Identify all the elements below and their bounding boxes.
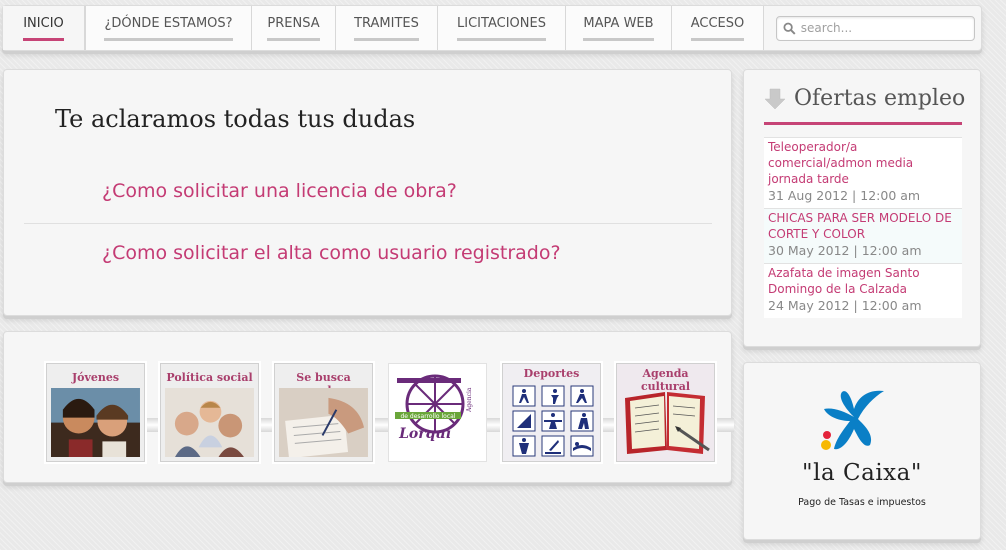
job-date: 24 May 2012 | 12:00 am xyxy=(768,298,922,313)
nav-item-donde-estamos[interactable]: ¿DÓNDE ESTAMOS? xyxy=(86,6,252,50)
job-title-link[interactable]: CHICAS PARA SER MODELO DE CORTE Y COLOR xyxy=(768,210,958,242)
nav-label: ACCESO xyxy=(690,16,745,41)
job-date: 31 Aug 2012 | 12:00 am xyxy=(768,188,921,203)
youth-photo-icon xyxy=(51,388,140,458)
nav-item-acceso[interactable]: ACCESO xyxy=(672,6,764,50)
ofertas-header: Ofertas empleo xyxy=(764,86,965,111)
banner-label: Política social xyxy=(166,371,253,384)
la-caixa-name: "la Caixa" xyxy=(802,460,922,486)
job-item: Teleoperador/a comercial/admon media jor… xyxy=(764,137,962,208)
agenda-book-icon xyxy=(625,392,710,454)
banner-label: Deportes xyxy=(523,367,580,380)
nav-item-tramites[interactable]: TRAMITES xyxy=(336,6,438,50)
svg-text:Agencia: Agencia xyxy=(466,387,473,413)
sports-icons-grid xyxy=(512,385,594,457)
job-item: CHICAS PARA SER MODELO DE CORTE Y COLOR … xyxy=(764,208,962,263)
banner-jovenes[interactable]: Jóvenes xyxy=(46,363,145,462)
banner-agenda-cultural[interactable]: Agenda cultural xyxy=(616,363,715,462)
la-caixa-banner[interactable]: "la Caixa" Pago de Tasas e impuestos xyxy=(743,362,981,540)
job-title-link[interactable]: Teleoperador/a comercial/admon media jor… xyxy=(768,139,958,187)
svg-text:Lorquí: Lorquí xyxy=(398,426,453,442)
svg-text:de desarrollo local: de desarrollo local xyxy=(401,413,456,420)
nav-item-mapa-web[interactable]: MAPA WEB xyxy=(566,6,672,50)
nav-label: TRAMITES xyxy=(354,16,419,41)
nav-label: INICIO xyxy=(23,16,64,41)
banner-deportes[interactable]: Deportes xyxy=(502,363,601,462)
down-arrow-icon xyxy=(764,88,786,109)
divider xyxy=(24,223,712,224)
faq-title: Te aclaramos todas tus dudas xyxy=(55,105,416,133)
la-caixa-star-logo xyxy=(821,390,884,450)
nav-item-inicio[interactable]: INICIO xyxy=(3,6,85,50)
ofertas-empleo-panel: Ofertas empleo Teleoperador/a comercial/… xyxy=(743,69,981,347)
nav-item-prensa[interactable]: PRENSA xyxy=(252,6,336,50)
banner-agencia-desarrollo-local[interactable]: de desarrollo local Agencia Lorquí xyxy=(388,363,487,462)
nav-label: MAPA WEB xyxy=(583,16,654,41)
search-input[interactable] xyxy=(800,21,968,35)
banners-panel: Jóvenes Política social Se busca empleo xyxy=(3,331,734,483)
job-title-link[interactable]: Azafata de imagen Santo Domingo de la Ca… xyxy=(768,265,958,297)
nav-label: ¿DÓNDE ESTAMOS? xyxy=(104,16,233,41)
nav-item-licitaciones[interactable]: LICITACIONES xyxy=(438,6,566,50)
faq-link-alta-usuario[interactable]: ¿Como solicitar el alta como usuario reg… xyxy=(102,242,561,264)
ofertas-title: Ofertas empleo xyxy=(794,86,966,111)
la-caixa-subtitle: Pago de Tasas e impuestos xyxy=(798,497,926,508)
search-box[interactable] xyxy=(776,15,975,41)
agencia-desarrollo-logo: de desarrollo local Agencia Lorquí xyxy=(395,374,473,442)
job-item: Azafata de imagen Santo Domingo de la Ca… xyxy=(764,263,962,318)
banner-politica-social[interactable]: Política social xyxy=(160,363,259,462)
writing-photo-icon xyxy=(279,388,368,458)
job-date: 30 May 2012 | 12:00 am xyxy=(768,243,922,258)
ofertas-underline xyxy=(764,122,962,125)
banner-label: Jóvenes xyxy=(71,371,120,384)
search-icon xyxy=(783,22,796,35)
main-nav: INICIO ¿DÓNDE ESTAMOS? PRENSA TRAMITES L… xyxy=(2,5,982,51)
faq-link-licencia-obra[interactable]: ¿Como solicitar una licencia de obra? xyxy=(102,180,457,202)
banner-busca-empleo[interactable]: Se busca empleo xyxy=(274,363,373,462)
job-list: Teleoperador/a comercial/admon media jor… xyxy=(764,137,962,318)
nav-group: ¿DÓNDE ESTAMOS? PRENSA TRAMITES LICITACI… xyxy=(85,6,764,50)
nav-label: PRENSA xyxy=(267,16,320,41)
family-photo-icon xyxy=(165,388,254,458)
nav-label: LICITACIONES xyxy=(457,16,546,41)
search-container xyxy=(764,6,975,50)
faq-panel: Te aclaramos todas tus dudas ¿Como solic… xyxy=(3,69,732,316)
